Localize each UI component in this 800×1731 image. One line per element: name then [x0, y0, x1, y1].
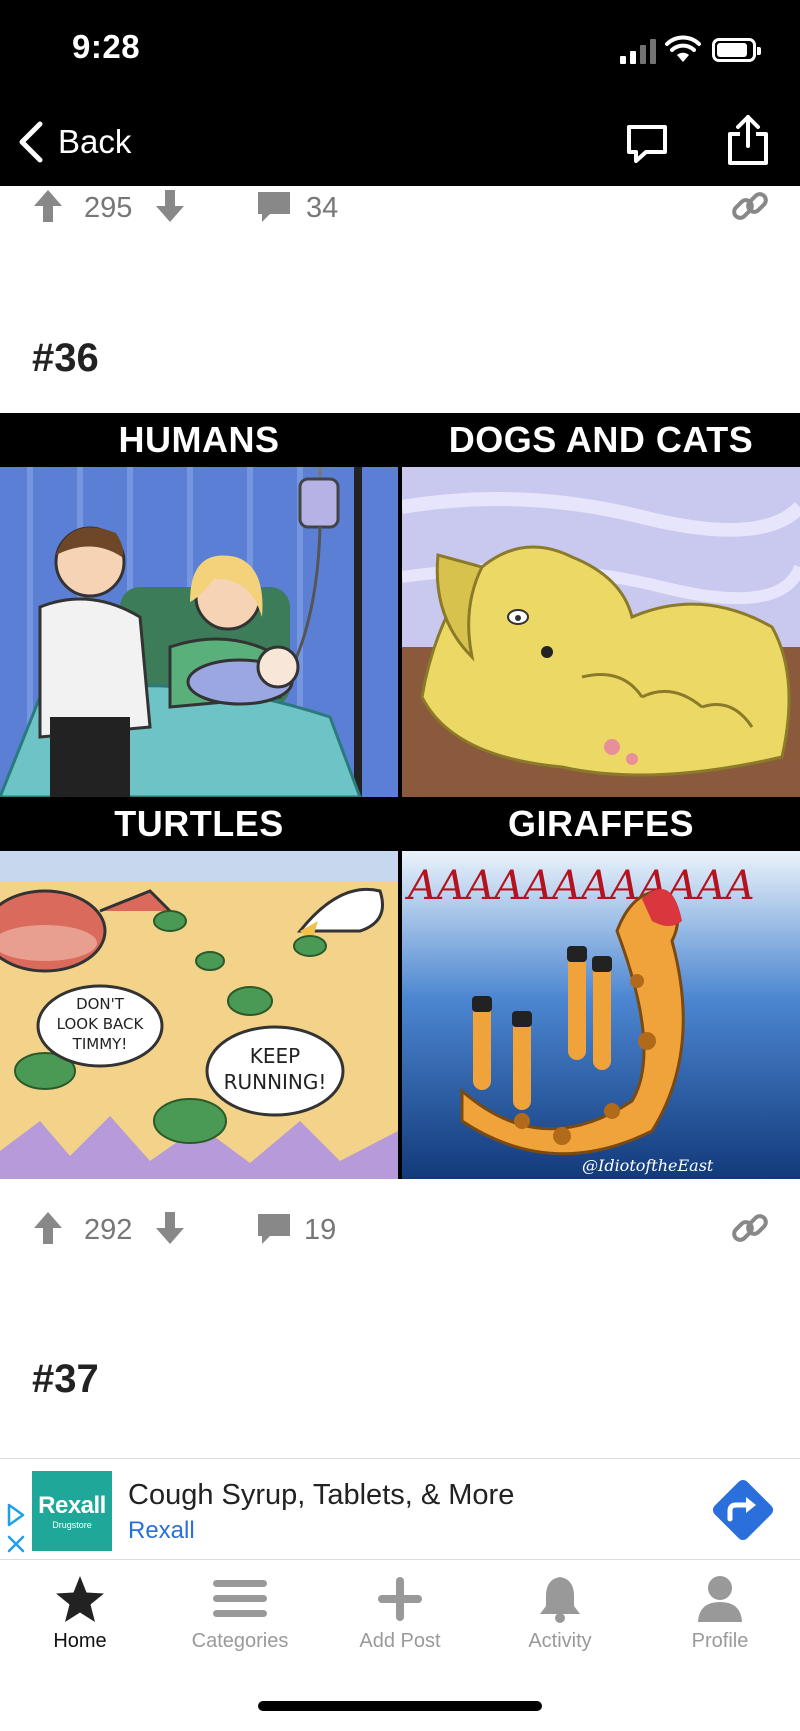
star-icon: [56, 1576, 104, 1622]
comments-button[interactable]: [256, 190, 292, 224]
downvote-button[interactable]: [154, 188, 186, 224]
arrow-up-icon: [34, 1212, 62, 1244]
link-icon: [732, 1214, 768, 1242]
speech-1-line-3: TIMMY!: [72, 1035, 128, 1053]
share-icon[interactable]: [726, 114, 770, 166]
logo-sub: Drugstore: [52, 1520, 92, 1530]
back-label: Back: [58, 123, 132, 160]
arrow-up-icon: [34, 190, 62, 222]
nav-bar: Back: [0, 100, 800, 186]
tab-label: Categories: [191, 1630, 289, 1652]
panel-giraffes: AAAAAAAAAAAA @IdiotoftheEast: [402, 851, 800, 1179]
tab-profile[interactable]: Profile: [640, 1574, 800, 1653]
hospital-illustration: [0, 467, 398, 797]
arrow-down-icon: [156, 1212, 184, 1244]
battery-icon: [712, 38, 761, 62]
redirect-arrow-icon[interactable]: [708, 1475, 778, 1545]
arrow-down-icon: [156, 190, 184, 222]
copy-link-button[interactable]: [730, 1208, 770, 1248]
rexall-logo: Rexall Drugstore: [32, 1471, 112, 1551]
scream-text: AAAAAAAAAAAA: [404, 863, 755, 909]
tab-label: Add Post: [359, 1630, 441, 1652]
logo-brand: Rexall: [38, 1492, 106, 1519]
upvote-count: 292: [84, 1214, 133, 1246]
menu-icon: [213, 1580, 267, 1617]
downvote-button[interactable]: [154, 1210, 186, 1246]
speech-2-line-2: RUNNING!: [224, 1070, 327, 1094]
tab-home[interactable]: Home: [0, 1574, 160, 1653]
chevron-left-icon: [19, 121, 43, 163]
status-bar: 9:28: [0, 0, 800, 100]
ad-banner[interactable]: Rexall Drugstore Cough Syrup, Tablets, &…: [0, 1458, 800, 1560]
giraffe-illustration: AAAAAAAAAAAA @IdiotoftheEast: [402, 851, 800, 1179]
copy-link-button[interactable]: [730, 186, 770, 226]
back-button[interactable]: Back: [16, 120, 131, 164]
comic-image[interactable]: HUMANS DOGS AND CATS TURTLES GIRAFFES DO…: [0, 413, 800, 1179]
adchoices-icon[interactable]: [6, 1501, 26, 1557]
panel-label-giraffes: GIRAFFES: [402, 797, 800, 851]
home-indicator[interactable]: [258, 1701, 542, 1711]
panel-label-turtles: TURTLES: [0, 797, 398, 851]
speech-1-line-1: DON'T: [76, 995, 125, 1013]
ad-advertiser[interactable]: Rexall: [128, 1517, 195, 1545]
ad-headline[interactable]: Cough Syrup, Tablets, & More: [128, 1479, 514, 1512]
panel-turtles: DON'T LOOK BACK TIMMY! KEEP RUNNING!: [0, 851, 398, 1179]
user-icon: [698, 1576, 742, 1622]
speech-1-line-2: LOOK BACK: [57, 1015, 145, 1033]
comment-bubble-icon: [258, 1214, 290, 1244]
panel-humans: [0, 467, 398, 797]
tab-add-post[interactable]: Add Post: [320, 1574, 480, 1653]
upvote-button[interactable]: [32, 188, 64, 224]
dog-illustration: [402, 467, 800, 797]
post-actions: 292 19: [0, 1202, 800, 1258]
wifi-icon: [665, 35, 701, 62]
panel-label-humans: HUMANS: [0, 413, 398, 467]
link-icon: [732, 192, 768, 220]
upvote-count: 295: [84, 192, 133, 224]
post-number: #37: [32, 1357, 99, 1401]
tab-categories[interactable]: Categories: [160, 1574, 320, 1653]
comment-count: 19: [304, 1214, 337, 1246]
bell-icon: [540, 1577, 580, 1623]
status-time: 9:28: [72, 28, 141, 65]
tab-label: Home: [53, 1630, 107, 1652]
comic-watermark: @IdiotoftheEast: [582, 1156, 714, 1175]
post-actions: 295 34: [0, 180, 800, 236]
tab-label: Profile: [691, 1630, 749, 1652]
comment-icon[interactable]: [624, 122, 670, 166]
plus-icon: [378, 1577, 422, 1621]
cellular-signal-icon: [620, 38, 656, 64]
tab-label: Activity: [528, 1630, 592, 1652]
tab-activity[interactable]: Activity: [480, 1574, 640, 1653]
app-screen: 9:28 Back 295 34 #36 HUMANS DOGS AND CAT…: [0, 0, 800, 1731]
panel-dogs-cats: [402, 467, 800, 797]
post-number: #36: [32, 336, 99, 380]
comment-count: 34: [306, 192, 339, 224]
speech-2-line-1: KEEP: [250, 1044, 300, 1068]
upvote-button[interactable]: [32, 1210, 64, 1246]
comment-bubble-icon: [258, 192, 290, 222]
comments-button[interactable]: [256, 1212, 292, 1246]
turtles-illustration: DON'T LOOK BACK TIMMY! KEEP RUNNING!: [0, 851, 398, 1179]
panel-label-dogs-cats: DOGS AND CATS: [402, 413, 800, 467]
